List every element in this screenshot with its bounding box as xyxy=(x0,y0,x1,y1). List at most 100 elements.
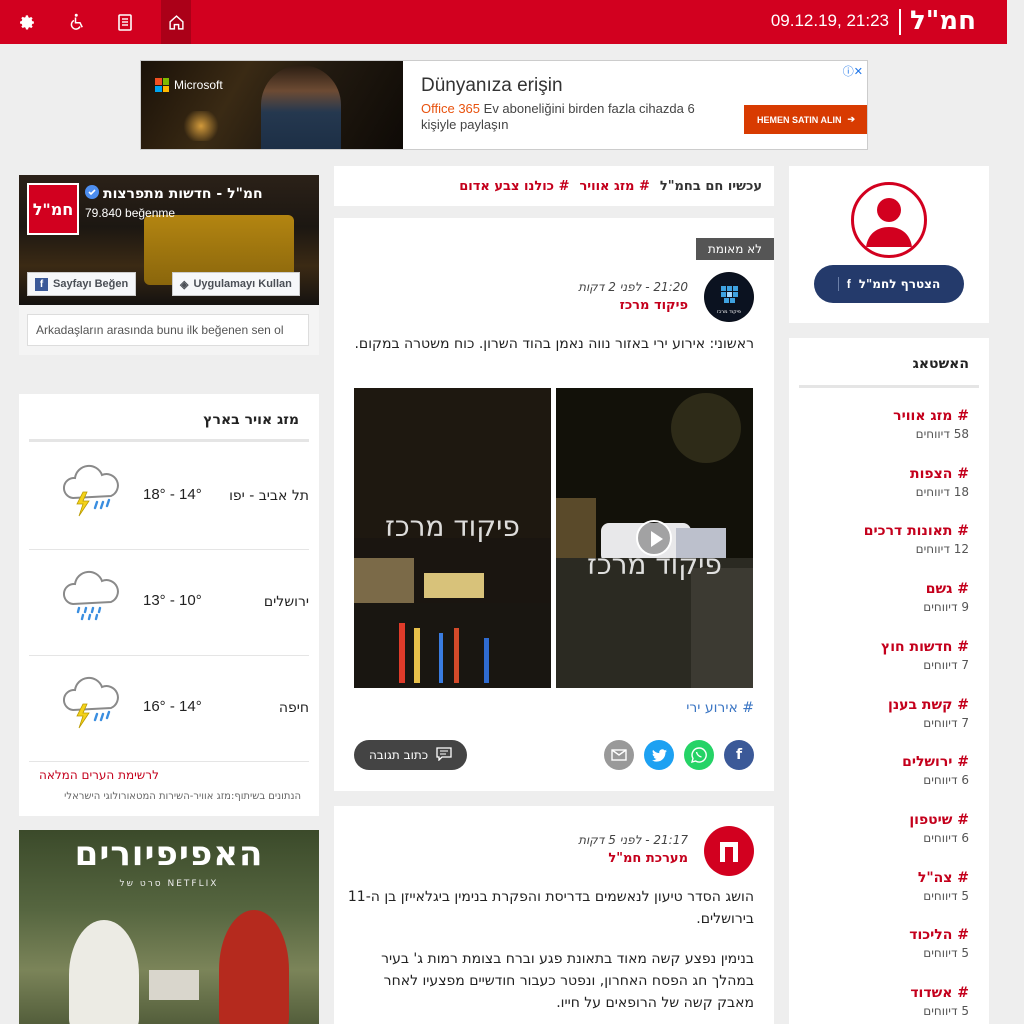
microsoft-logo: Microsoft xyxy=(155,78,223,92)
post-hashtag[interactable]: # אירוע ירי xyxy=(686,700,754,716)
trending-bar: עכשיו חם בחמ"ל # מזג אוויר # כולנו צבע א… xyxy=(334,166,774,206)
netflix-ad[interactable]: האפיפיורים NETFLIX סרט של xyxy=(19,830,319,1024)
fb-page-logo[interactable]: חמ"ל xyxy=(27,183,79,235)
weather-row: 18° - 14° תל אביב - יפו xyxy=(29,444,309,550)
fb-like-page-button[interactable]: f Sayfayı Beğen xyxy=(27,272,137,296)
comment-icon xyxy=(436,746,452,764)
full-cities-link[interactable]: לרשימת הערים המלאה xyxy=(39,768,159,782)
hashtag-name[interactable]: # מזג אוויר xyxy=(893,408,969,424)
post-meta: 21:20 - לפני 2 דקות פיקוד מרכז xyxy=(578,280,688,313)
weather-city: תל אביב - יפו xyxy=(229,488,309,504)
hashtag-item[interactable]: # צה"ל 5 דיווחים xyxy=(918,870,969,903)
whatsapp-share-icon[interactable] xyxy=(684,740,714,770)
rain-cloud-icon xyxy=(59,570,125,630)
hashtag-name[interactable]: # קשת בענן xyxy=(888,697,969,713)
app-cube-icon: ◈ xyxy=(180,278,189,291)
hashtag-count: 5 דיווחים xyxy=(923,946,969,961)
hashtag-count: 18 דיווחים xyxy=(915,484,969,499)
arrow-right-icon: ➔ xyxy=(847,114,856,124)
hashtag-item[interactable]: # קשת בענן 7 דיווחים xyxy=(888,697,969,730)
facebook-page-widget: חמ"ל חמ"ל - חדשות מתפרצות 79.840 beğenme… xyxy=(19,175,319,355)
twitter-share-icon[interactable] xyxy=(644,740,674,770)
top-bar: 09.12.19, 21:23 חמ"ל xyxy=(0,0,1007,44)
settings-button[interactable] xyxy=(12,0,42,44)
hashtag-item[interactable]: # שיטפון 6 דיווחים xyxy=(909,812,969,845)
write-comment-button[interactable]: כתוב תגובה xyxy=(354,740,467,770)
hashtag-item[interactable]: # ירושלים 6 דיווחים xyxy=(902,754,969,787)
netflix-subtitle: NETFLIX סרט של xyxy=(119,879,219,889)
weather-city: ירושלים xyxy=(263,594,309,610)
table xyxy=(149,970,199,1000)
fb-use-app-button[interactable]: ◈ Uygulamayı Kullan xyxy=(172,272,300,296)
divider xyxy=(899,9,901,35)
post-source[interactable]: מערכת חמ"ל xyxy=(578,851,688,866)
hashtag-count: 58 דיווחים xyxy=(915,427,969,441)
unverified-badge: לא מאומת xyxy=(695,238,774,260)
ad-banner[interactable]: Microsoft Dünyanıza erişin Office 365 Ev… xyxy=(140,60,868,150)
hashtag-count: 7 דיווחים xyxy=(923,715,969,730)
trending-label: עכשיו חם בחמ"ל xyxy=(659,178,762,194)
post-time: 21:20 - לפני 2 דקות xyxy=(578,280,688,294)
weather-credit: הנתונים בשיתוף:מזג אוויר-השירות המטאורול… xyxy=(64,791,301,802)
post-text: בנימין נפצע קשה מאוד בתאונת פגע וברח בצו… xyxy=(381,951,754,1011)
fb-page-name[interactable]: חמ"ל - חדשות מתפרצות xyxy=(85,185,263,203)
hashtag-item[interactable]: # הצפות 18 דיווחים xyxy=(910,466,969,499)
home-button[interactable] xyxy=(161,0,191,44)
join-button[interactable]: הצטרף לחמ"ל f xyxy=(814,265,964,303)
hashtag-count: 7 דיווחים xyxy=(923,657,969,672)
post-image[interactable]: פיקוד מרכז xyxy=(354,388,551,688)
ad-title: Dünyanıza erişin xyxy=(421,75,563,96)
hashtag-item[interactable]: # מזג אוויר 58 דיווחים xyxy=(893,408,969,441)
hashtag-name[interactable]: # ירושלים xyxy=(902,754,969,770)
hashtag-item[interactable]: # חדשות חוץ 7 דיווחים xyxy=(881,639,969,672)
weather-temp: 18° - 14° xyxy=(143,486,202,503)
hashtag-name[interactable]: # גשם xyxy=(923,581,969,597)
post-video[interactable]: פיקוד מרכז xyxy=(556,388,753,688)
weather-title: מזג אויר בארץ xyxy=(203,412,299,428)
hashtag-name[interactable]: # חדשות חוץ xyxy=(881,639,969,655)
tablet-button[interactable] xyxy=(110,0,140,44)
hashtag-count: 5 דיווחים xyxy=(923,1004,969,1018)
ad-info-icon[interactable]: ⓘ✕ xyxy=(843,63,863,79)
thunderstorm-rain-icon xyxy=(59,676,125,736)
post-meta: 21:17 - לפני 5 דקות מערכת חמ"ל xyxy=(578,833,688,866)
hashtags-title: האשטאג xyxy=(912,356,969,372)
ad-cta-button[interactable]: HEMEN SATIN ALIN ➔ xyxy=(744,105,867,134)
accessibility-button[interactable] xyxy=(62,0,92,44)
divider xyxy=(799,385,979,388)
source-avatar[interactable]: פיקוד מרכז xyxy=(704,272,754,322)
svg-text:פיקוד מרכז: פיקוד מרכז xyxy=(717,309,741,315)
weather-row: 13° - 10° ירושלים xyxy=(29,550,309,656)
hashtag-name[interactable]: # הליכוד xyxy=(909,927,969,943)
weather-temp: 16° - 14° xyxy=(143,698,202,715)
video-watermark: פיקוד מרכז xyxy=(587,548,722,581)
fb-friends-text: Arkadaşların arasında bunu ilk beğenen s… xyxy=(27,314,309,346)
movie-title: האפיפיורים xyxy=(74,834,264,874)
figure xyxy=(69,920,139,1024)
hashtag-name[interactable]: # אשדוד xyxy=(910,985,969,1001)
post-text: ראשוני: אירוע ירי באזור נווה נאמן בהוד ה… xyxy=(354,336,754,352)
trending-tag[interactable]: # מזג אוויר xyxy=(579,179,649,194)
weather-row: 16° - 14° חיפה xyxy=(29,656,309,762)
hashtag-item[interactable]: # אשדוד 5 דיווחים xyxy=(910,985,969,1018)
source-avatar[interactable] xyxy=(704,826,754,876)
site-logo[interactable]: חמ"ל xyxy=(910,6,976,36)
hashtag-item[interactable]: # גשם 9 דיווחים xyxy=(923,581,969,614)
post-source[interactable]: פיקוד מרכז xyxy=(578,298,688,313)
trending-tag[interactable]: # כולנו צבע אדום xyxy=(459,179,569,194)
join-panel: הצטרף לחמ"ל f xyxy=(789,166,989,323)
hashtag-name[interactable]: # צה"ל xyxy=(918,870,969,886)
hashtag-count: 12 דיווחים xyxy=(915,542,969,557)
hashtag-item[interactable]: # הליכוד 5 דיווחים xyxy=(909,927,969,960)
hashtag-name[interactable]: # הצפות xyxy=(910,466,969,482)
ad-photo xyxy=(141,61,403,149)
divider xyxy=(29,439,309,442)
figure xyxy=(219,910,289,1024)
facebook-share-icon[interactable]: f xyxy=(724,740,754,770)
gear-icon xyxy=(19,14,34,29)
hashtag-name[interactable]: # שיטפון xyxy=(909,812,969,828)
hashtag-item[interactable]: # תאונות דרכים 12 דיווחים xyxy=(864,523,969,556)
email-share-icon[interactable] xyxy=(604,740,634,770)
date-time: 09.12.19, 21:23 xyxy=(770,11,889,30)
hashtag-name[interactable]: # תאונות דרכים xyxy=(864,523,969,539)
